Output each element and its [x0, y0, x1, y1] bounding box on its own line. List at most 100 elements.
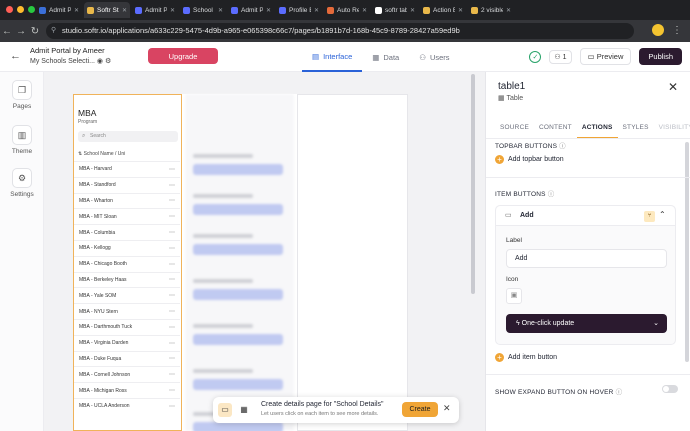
more-options-icon[interactable]: ⋯	[169, 355, 175, 362]
list-item[interactable]: MBA - Columbia ⋯	[74, 224, 180, 240]
info-icon[interactable]: ⓘ	[548, 191, 555, 198]
browser-tab[interactable]: 2 visible ✕	[468, 2, 514, 18]
close-tab-icon[interactable]: ✕	[218, 7, 223, 14]
more-options-icon[interactable]: ⋯	[169, 340, 175, 347]
list-item[interactable]: MBA - Duke Fuqua ⋯	[74, 350, 180, 367]
sort-header[interactable]: ⇅ School Name / Uni	[78, 151, 125, 157]
label-input[interactable]: Add	[506, 249, 667, 268]
list-item[interactable]: MBA - Michigan Ross ⋯	[74, 382, 180, 398]
list-item[interactable]: MBA - MIT Sloan ⋯	[74, 208, 180, 224]
chevron-up-icon[interactable]: ⌃	[659, 210, 666, 219]
close-tab-icon[interactable]: ✕	[410, 7, 415, 14]
minimize-window-button[interactable]	[17, 6, 24, 13]
list-item[interactable]: MBA - NYU Stern ⋯	[74, 303, 180, 319]
more-options-icon[interactable]: ⋯	[169, 371, 175, 378]
more-options-icon[interactable]: ⋯	[169, 229, 175, 236]
reload-icon[interactable]: ↻	[28, 26, 42, 37]
table-icon[interactable]: ▦	[237, 403, 251, 417]
close-tab-icon[interactable]: ✕	[362, 7, 367, 14]
more-options-icon[interactable]: ⋯	[169, 276, 175, 283]
more-options-icon[interactable]: ⋯	[169, 245, 175, 252]
more-options-icon[interactable]: ⋯	[169, 387, 175, 394]
list-item[interactable]: MBA - Virginia Darden ⋯	[74, 334, 180, 351]
info-icon[interactable]: ⓘ	[559, 143, 566, 150]
tab-users[interactable]: ⚇ Users	[409, 42, 459, 72]
browser-tab[interactable]: Auto Refr✕	[324, 2, 370, 18]
tab-interface[interactable]: ▤ Interface	[302, 42, 363, 72]
list-item[interactable]: MBA - Harvard ⋯	[74, 161, 180, 177]
list-item[interactable]: MBA - Wharton ⋯	[74, 192, 180, 209]
list-item[interactable]: MBA - Cornell Johnson ⋯	[74, 366, 180, 382]
more-options-icon[interactable]: ⋯	[169, 197, 175, 204]
close-tab-icon[interactable]: ✕	[74, 7, 79, 14]
panel-scrollbar[interactable]	[685, 142, 689, 362]
more-options-icon[interactable]: ⋯	[169, 308, 175, 315]
browser-tab[interactable]: Admit Pro✕	[228, 2, 274, 18]
forward-arrow-icon[interactable]: →	[14, 26, 28, 37]
tab-data[interactable]: ▦ Data	[362, 42, 409, 72]
tab-content[interactable]: CONTENT	[534, 120, 577, 139]
more-options-icon[interactable]: ⋯	[169, 292, 175, 299]
tab-actions[interactable]: ACTIONS	[576, 120, 618, 139]
desktop-icon[interactable]: ▭	[218, 403, 232, 417]
close-tab-icon[interactable]: ✕	[458, 7, 463, 14]
address-bar[interactable]: ⚲ studio.softr.io/applications/a633c229-…	[46, 23, 634, 39]
info-icon[interactable]: ⓘ	[616, 389, 623, 396]
more-options-icon[interactable]: ⋯	[169, 182, 175, 189]
expand-button-toggle[interactable]	[662, 385, 678, 393]
add-item-button[interactable]: + Add item button	[495, 353, 557, 362]
maximize-window-button[interactable]	[28, 6, 35, 13]
close-tab-icon[interactable]: ✕	[170, 7, 175, 14]
close-tab-icon[interactable]: ✕	[314, 7, 319, 14]
publish-button[interactable]: Publish	[639, 48, 682, 65]
browser-tab[interactable]: School Pr✕	[180, 2, 226, 18]
app-name[interactable]: Admit Portal by Ameer	[30, 46, 105, 55]
back-arrow-icon[interactable]: ←	[0, 26, 14, 37]
browser-tab[interactable]: Admit Po✕	[132, 2, 178, 18]
back-arrow-icon[interactable]: ←	[10, 50, 21, 62]
list-item[interactable]: MBA - Berkeley Haas ⋯	[74, 271, 180, 288]
close-window-button[interactable]	[6, 6, 13, 13]
list-item[interactable]: MBA - Kellogg ⋯	[74, 239, 180, 256]
item-button-card-header[interactable]: ▭ Add ⑂ ⌃	[496, 206, 675, 226]
action-select[interactable]: ϟ One-click update ⌄	[506, 314, 667, 333]
rail-item-settings[interactable]: ⚙ Settings	[0, 168, 44, 198]
more-options-icon[interactable]: ⋯	[169, 213, 175, 220]
canvas-scrollbar[interactable]	[471, 74, 475, 294]
close-tab-icon[interactable]: ✕	[266, 7, 271, 14]
users-count-button[interactable]: ⚇ 1	[549, 49, 572, 64]
site-info-icon[interactable]: ⚲	[51, 23, 56, 39]
menu-dots-icon[interactable]: ⋮	[670, 25, 684, 36]
rail-item-pages[interactable]: ❐ Pages	[0, 80, 44, 110]
list-item[interactable]: MBA - Darthmouth Tuck ⋯	[74, 318, 180, 335]
rail-item-theme[interactable]: ▥ Theme	[0, 125, 44, 155]
close-tab-icon[interactable]: ✕	[122, 7, 127, 14]
more-options-icon[interactable]: ⋯	[169, 403, 175, 410]
list-item[interactable]: MBA - UCLA Anderson ⋯	[74, 397, 180, 414]
upgrade-button[interactable]: Upgrade	[148, 48, 218, 64]
browser-tab[interactable]: Action B ✕	[420, 2, 466, 18]
extension-icon[interactable]	[652, 24, 664, 36]
preview-button[interactable]: ▭ Preview	[579, 48, 632, 65]
page-selector[interactable]: My Schools Selecti... ◉ ⚙	[30, 57, 111, 65]
browser-tab[interactable]: Profile E✕	[276, 2, 322, 18]
close-tab-icon[interactable]: ✕	[506, 7, 511, 14]
list-item[interactable]: MBA - Standford ⋯	[74, 176, 180, 193]
create-button[interactable]: Create	[402, 402, 438, 417]
browser-tab[interactable]: softr tab ✕	[372, 2, 418, 18]
more-options-icon[interactable]: ⋯	[169, 166, 175, 173]
list-item[interactable]: MBA - Yale SOM ⋯	[74, 287, 180, 303]
table-block-selected[interactable]: MBA Program ⌕ Search ⇅ School Name / Uni…	[73, 94, 182, 431]
browser-tab[interactable]: Softr Stu✕	[84, 2, 130, 18]
tab-visibility[interactable]: VISIBILITY	[654, 120, 690, 139]
add-topbar-button[interactable]: + Add topbar button	[495, 155, 564, 164]
search-input[interactable]: ⌕ Search	[78, 131, 178, 142]
more-options-icon[interactable]: ⋯	[169, 324, 175, 331]
list-item[interactable]: MBA - Chicago Booth ⋯	[74, 255, 180, 272]
more-options-icon[interactable]: ⋯	[169, 261, 175, 268]
tab-source[interactable]: SOURCE	[495, 120, 534, 139]
image-icon[interactable]: ▣	[506, 288, 522, 304]
close-icon[interactable]: ✕	[668, 80, 678, 94]
settings-icon[interactable]: ⚙	[105, 58, 111, 65]
browser-tab[interactable]: Admit Pr✕	[36, 2, 82, 18]
